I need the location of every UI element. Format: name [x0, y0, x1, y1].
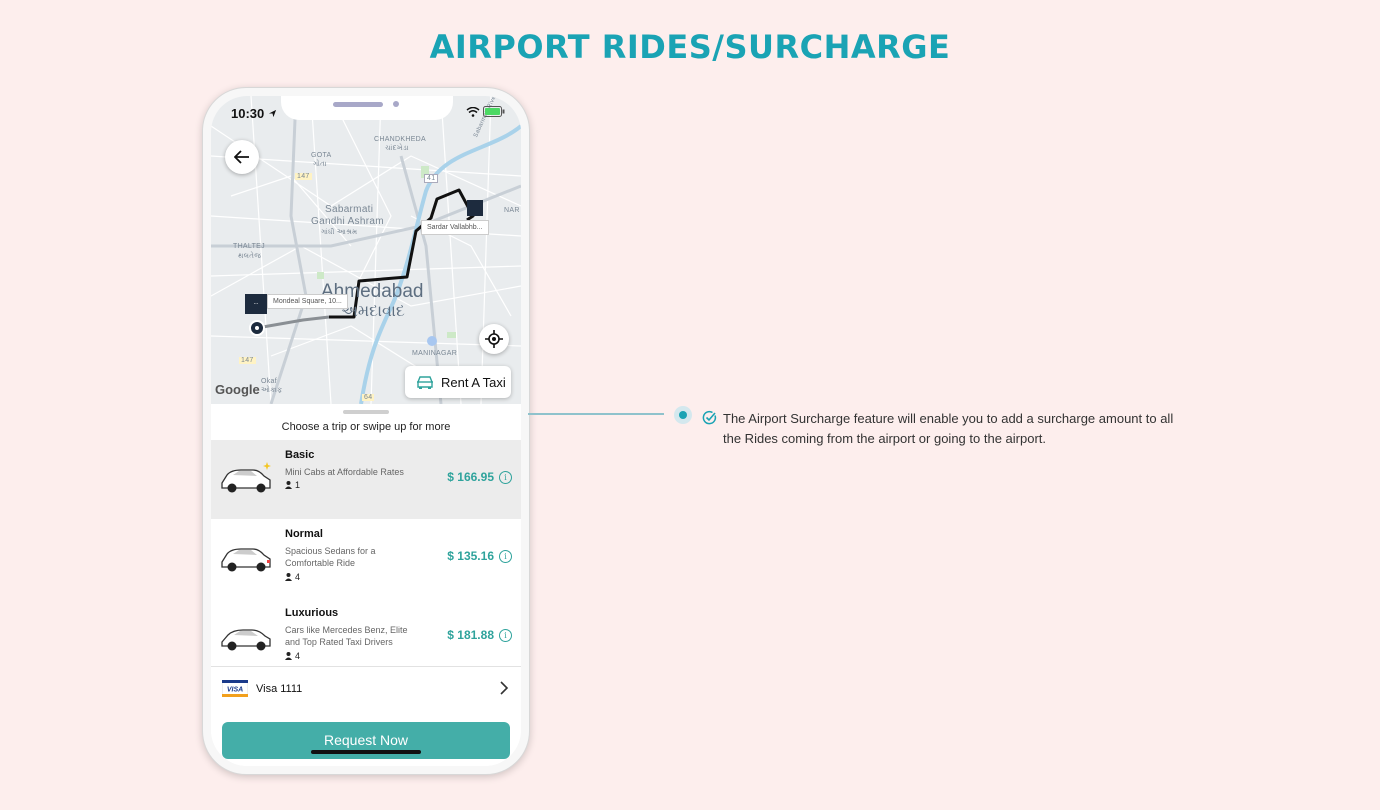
callout-connector-line — [528, 413, 664, 415]
arrow-left-icon — [234, 150, 249, 164]
map-label: ઓકાફ — [261, 387, 283, 394]
map-view[interactable]: CHANDKHEDA ચાંદખેડા GOTA ગોતા Sabarmati … — [211, 96, 521, 404]
taxi-icon — [417, 376, 433, 389]
google-logo: Google — [215, 382, 260, 397]
payment-label: Visa 1111 — [256, 683, 303, 695]
notch-camera — [393, 101, 399, 107]
person-icon — [285, 573, 292, 581]
payment-method-row[interactable]: VISA Visa 1111 — [211, 666, 521, 711]
map-label: થલતેજ — [238, 253, 262, 260]
ride-selection-sheet: Choose a trip or swipe up for more Basic… — [211, 404, 521, 766]
visa-card-icon: VISA — [222, 680, 248, 697]
crosshair-icon — [485, 330, 503, 348]
ride-seat-count: 4 — [295, 651, 301, 661]
phone-notch — [281, 96, 453, 120]
car-luxurious-icon — [221, 629, 271, 651]
ride-seat-count: 4 — [295, 572, 301, 582]
ride-name: Basic — [285, 449, 315, 461]
check-circle-icon — [702, 410, 717, 425]
notch-speaker — [333, 102, 383, 107]
map-label: 147 — [295, 173, 312, 180]
ride-name: Luxurious — [285, 607, 339, 619]
pickup-label: Mondeal Square, 10... — [267, 294, 348, 309]
map-label: 64 — [362, 394, 375, 401]
ride-name: Normal — [285, 528, 323, 540]
pickup-pin: ... — [245, 294, 267, 314]
callout-dot-inner — [679, 411, 687, 419]
map-label: GOTA — [311, 152, 332, 159]
ride-price: $ 166.95 — [447, 470, 494, 484]
status-time-text: 10:30 — [231, 106, 265, 121]
sheet-drag-handle[interactable] — [343, 410, 389, 414]
ride-price: $ 181.88 — [447, 628, 494, 642]
phone-frame: CHANDKHEDA ચાંદખેડા GOTA ગોતા Sabarmati … — [202, 87, 530, 775]
ride-description: Spacious Sedans for a Comfortable Ride — [285, 546, 376, 568]
map-label: ગોતા — [313, 161, 327, 168]
battery-icon — [483, 106, 505, 117]
map-label: 41 — [424, 174, 439, 183]
feature-text: The Airport Surcharge feature will enabl… — [723, 411, 1174, 446]
drop-label: Sardar Vallabhb... — [421, 220, 489, 235]
rent-a-taxi-label: Rent A Taxi — [441, 374, 506, 390]
map-label: ગાંધી આશ્રમ — [321, 229, 358, 236]
sheet-hint: Choose a trip or swipe up for more — [281, 421, 451, 433]
person-icon — [285, 481, 292, 489]
home-indicator — [311, 750, 421, 754]
map-label: MANINAGAR — [412, 350, 458, 357]
info-icon[interactable]: i — [499, 471, 512, 484]
ride-seats: 1 — [285, 480, 300, 490]
wifi-icon — [466, 106, 480, 117]
map-label: Gandhi Ashram — [311, 216, 384, 227]
chevron-right-icon — [500, 681, 509, 695]
map-label: Okaf — [261, 378, 277, 385]
visa-brand: VISA — [227, 687, 243, 694]
map-label: THALTEJ — [233, 243, 265, 250]
ride-option-basic[interactable]: Basic Mini Cabs at Affordable Rates 1 $ … — [211, 440, 521, 519]
ride-option-normal[interactable]: Normal Spacious Sedans for a Comfortable… — [211, 519, 521, 598]
ride-seat-count: 1 — [295, 480, 301, 490]
location-arrow-icon — [268, 109, 276, 118]
page-title: AIRPORT RIDES/SURCHARGE — [429, 28, 951, 66]
map-label: ચાંદખેડા — [385, 145, 409, 152]
map-label: Sabarmati — [325, 204, 374, 215]
map-label: 147 — [239, 357, 256, 364]
ride-seats: 4 — [285, 572, 300, 582]
ride-description: Mini Cabs at Affordable Rates — [285, 467, 404, 477]
ride-description: Cars like Mercedes Benz, Elite and Top R… — [285, 625, 408, 647]
status-time: 10:30 — [231, 106, 277, 121]
person-icon — [285, 652, 292, 660]
map-canvas — [211, 96, 521, 404]
ride-seats: 4 — [285, 651, 300, 661]
car-normal-icon — [221, 548, 271, 572]
info-icon[interactable]: i — [499, 629, 512, 642]
callout-dot — [674, 406, 692, 424]
ride-price: $ 135.16 — [447, 549, 494, 563]
rent-a-taxi-button[interactable]: Rent A Taxi — [405, 366, 511, 398]
city-label-local: અમદાવાદ — [341, 303, 405, 320]
status-icons — [466, 106, 505, 120]
phone-screen: CHANDKHEDA ચાંદખેડા GOTA ગોતા Sabarmati … — [211, 96, 521, 766]
locate-button[interactable] — [479, 324, 509, 354]
back-button[interactable] — [225, 140, 259, 174]
drop-pin — [467, 200, 483, 216]
map-label: NAR — [504, 207, 520, 214]
info-icon[interactable]: i — [499, 550, 512, 563]
map-label: CHANDKHEDA — [374, 136, 427, 143]
car-basic-icon — [221, 462, 271, 493]
